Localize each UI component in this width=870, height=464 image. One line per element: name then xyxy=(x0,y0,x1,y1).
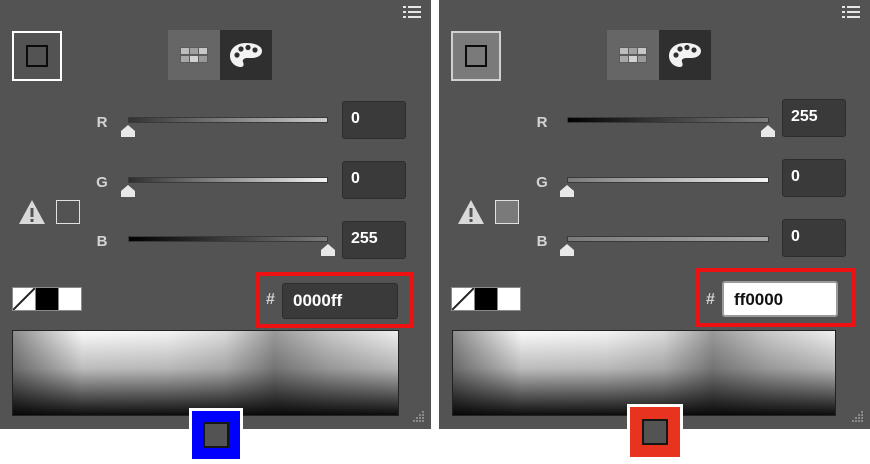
b-slider-thumb[interactable] xyxy=(321,244,335,256)
gamut-swatch[interactable] xyxy=(495,200,519,224)
black-swatch[interactable] xyxy=(35,287,59,311)
hash-label: # xyxy=(706,291,715,308)
b-label: B xyxy=(96,233,108,250)
g-value-field[interactable]: 0 xyxy=(782,159,846,197)
r-slider-thumb[interactable] xyxy=(121,125,135,137)
g-label: G xyxy=(536,174,548,191)
color-mode-button[interactable] xyxy=(220,30,272,80)
palette-icon xyxy=(669,43,701,67)
r-value-field[interactable]: 255 xyxy=(782,99,846,137)
hash-label: # xyxy=(266,291,275,308)
g-label: G xyxy=(96,174,108,191)
hex-input[interactable]: ff0000 xyxy=(722,281,838,317)
g-slider-track[interactable] xyxy=(128,177,328,183)
color-ramp[interactable] xyxy=(12,330,399,416)
no-color-icon xyxy=(452,288,474,310)
black-swatch[interactable] xyxy=(474,287,498,311)
color-panel-left: R 0 G 0 B 255 # 0000ff xyxy=(0,0,431,429)
r-slider-track[interactable] xyxy=(567,117,769,123)
fill-stroke-swatch[interactable] xyxy=(451,31,501,81)
blue-swatch xyxy=(189,408,243,462)
red-swatch xyxy=(627,404,683,460)
resize-grip-icon[interactable] xyxy=(411,409,425,423)
gamut-swatch[interactable] xyxy=(56,200,80,224)
color-panel-right: R 255 G 0 B 0 # ff0000 xyxy=(439,0,870,429)
mode-toggle xyxy=(607,30,711,80)
white-swatch[interactable] xyxy=(497,287,521,311)
warning-icon[interactable] xyxy=(18,199,46,225)
b-slider-track[interactable] xyxy=(128,236,328,242)
swatch-grid-icon xyxy=(619,47,647,63)
panel-menu-icon[interactable] xyxy=(403,6,421,20)
b-slider-thumb[interactable] xyxy=(560,244,574,256)
r-slider-thumb[interactable] xyxy=(761,125,775,137)
b-value-field[interactable]: 255 xyxy=(342,221,406,259)
white-swatch[interactable] xyxy=(58,287,82,311)
hex-input[interactable]: 0000ff xyxy=(282,283,398,319)
palette-icon xyxy=(230,43,262,67)
panel-menu-icon[interactable] xyxy=(842,6,860,20)
r-value-field[interactable]: 0 xyxy=(342,101,406,139)
b-slider-track[interactable] xyxy=(567,236,769,242)
r-slider-track[interactable] xyxy=(128,117,328,123)
fill-stroke-swatch[interactable] xyxy=(12,31,62,81)
swatches-mode-button[interactable] xyxy=(168,30,220,80)
color-mode-button[interactable] xyxy=(659,30,711,80)
g-value-field[interactable]: 0 xyxy=(342,161,406,199)
r-label: R xyxy=(96,114,108,131)
resize-grip-icon[interactable] xyxy=(850,409,864,423)
b-value-field[interactable]: 0 xyxy=(782,219,846,257)
r-label: R xyxy=(536,114,548,131)
none-swatch[interactable] xyxy=(12,287,36,311)
no-color-icon xyxy=(13,288,35,310)
mode-toggle xyxy=(168,30,272,80)
g-slider-thumb[interactable] xyxy=(121,185,135,197)
warning-icon[interactable] xyxy=(457,199,485,225)
g-slider-track[interactable] xyxy=(567,177,769,183)
swatch-grid-icon xyxy=(180,47,208,63)
b-label: B xyxy=(536,233,548,250)
g-slider-thumb[interactable] xyxy=(560,185,574,197)
swatches-mode-button[interactable] xyxy=(607,30,659,80)
none-swatch[interactable] xyxy=(451,287,475,311)
